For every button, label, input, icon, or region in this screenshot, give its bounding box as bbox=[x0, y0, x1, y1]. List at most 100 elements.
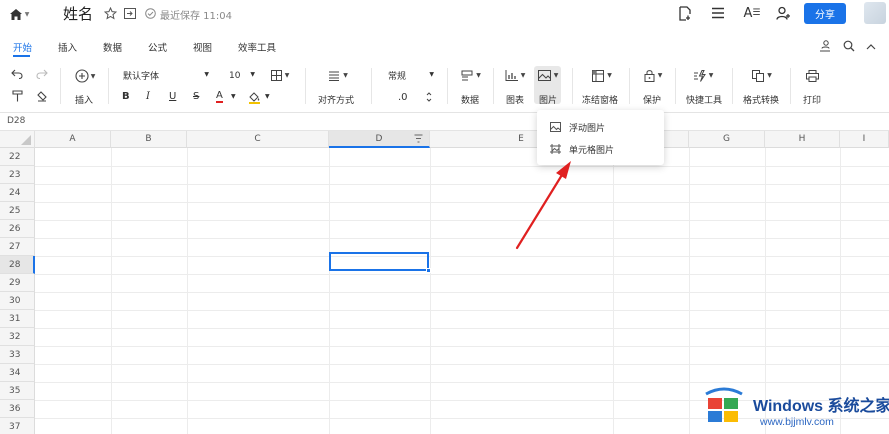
ribbon-toolbar: ▼ 插入 默认字体 ▼ 10 ▼ ▼ B I U S A ▼ ▼ ▼ 对齐方式 bbox=[0, 62, 889, 110]
align-icon[interactable]: ▼ bbox=[325, 68, 351, 83]
freeze-panes-icon[interactable]: ▼ bbox=[589, 68, 615, 83]
font-family-select[interactable]: 默认字体 ▼ bbox=[118, 68, 213, 83]
select-all-corner[interactable] bbox=[0, 131, 35, 148]
document-title[interactable]: 姓名 bbox=[63, 3, 93, 24]
share-button[interactable]: 分享 bbox=[804, 3, 846, 24]
decimal-button[interactable]: .0 bbox=[398, 92, 408, 103]
active-tab-indicator bbox=[13, 55, 30, 57]
column-header[interactable]: H bbox=[765, 131, 840, 148]
column-header[interactable]: A bbox=[35, 131, 111, 148]
italic-button[interactable]: I bbox=[146, 91, 150, 102]
avatar[interactable] bbox=[864, 2, 886, 24]
insert-plus-icon[interactable]: ▼ bbox=[71, 68, 99, 84]
print-label[interactable]: 打印 bbox=[803, 93, 821, 106]
row-header[interactable]: 29 bbox=[0, 274, 35, 292]
tab-efficiency-tools[interactable]: 效率工具 bbox=[238, 40, 276, 54]
menu-icon[interactable] bbox=[709, 4, 727, 22]
collapse-ribbon-icon[interactable] bbox=[864, 39, 878, 53]
tab-formula[interactable]: 公式 bbox=[148, 40, 167, 54]
bold-button[interactable]: B bbox=[122, 91, 130, 102]
separator bbox=[447, 68, 448, 104]
redo-icon[interactable] bbox=[35, 67, 49, 81]
image-icon[interactable]: ▼ bbox=[535, 68, 561, 83]
undo-icon[interactable] bbox=[10, 67, 24, 81]
row-header[interactable]: 35 bbox=[0, 382, 35, 400]
font-size-select[interactable]: 10 ▼ bbox=[224, 68, 259, 83]
printer-icon[interactable] bbox=[804, 68, 820, 83]
search-icon[interactable] bbox=[842, 39, 856, 53]
chevron-down-icon: ▼ bbox=[265, 93, 270, 100]
row-header[interactable]: 24 bbox=[0, 184, 35, 202]
chart-icon[interactable]: ▼ bbox=[502, 68, 528, 83]
column-header[interactable]: B bbox=[111, 131, 187, 148]
insert-label[interactable]: 插入 bbox=[75, 93, 93, 106]
row-header[interactable]: 23 bbox=[0, 166, 35, 184]
fill-handle[interactable] bbox=[426, 268, 431, 273]
data-icon[interactable]: ▼ bbox=[458, 68, 484, 83]
collaborators-icon[interactable] bbox=[774, 4, 792, 22]
save-status: 最近保存 11:04 bbox=[160, 11, 232, 22]
format-convert-icon[interactable]: ▼ bbox=[749, 68, 775, 83]
protect-label[interactable]: 保护 bbox=[643, 93, 661, 106]
row-header[interactable]: 25 bbox=[0, 202, 35, 220]
underline-button[interactable]: U bbox=[169, 91, 176, 102]
row-header[interactable]: 34 bbox=[0, 364, 35, 382]
export-document-icon[interactable] bbox=[676, 4, 694, 22]
windows-logo-icon bbox=[705, 387, 743, 422]
selected-cell-d28[interactable] bbox=[329, 252, 429, 271]
font-color-button[interactable]: A bbox=[216, 90, 223, 103]
clear-format-icon[interactable] bbox=[35, 89, 49, 103]
grid-line bbox=[35, 346, 889, 347]
align-label[interactable]: 对齐方式 bbox=[318, 93, 354, 106]
text-format-icon[interactable]: A ☰ bbox=[742, 4, 762, 22]
format-convert-label[interactable]: 格式转换 bbox=[743, 93, 779, 106]
row-header[interactable]: 22 bbox=[0, 148, 35, 166]
column-header[interactable]: C bbox=[187, 131, 329, 148]
row-header[interactable]: 37 bbox=[0, 418, 35, 434]
column-header[interactable]: I bbox=[840, 131, 889, 148]
chevron-down-icon: ▼ bbox=[520, 72, 526, 79]
column-header[interactable]: G bbox=[689, 131, 765, 148]
quick-tools-icon[interactable]: ▼ bbox=[690, 68, 716, 83]
separator bbox=[108, 68, 109, 104]
row-header-selected[interactable]: 28 bbox=[0, 256, 35, 274]
row-header[interactable]: 26 bbox=[0, 220, 35, 238]
fill-color-icon[interactable] bbox=[247, 90, 261, 104]
tab-data[interactable]: 数据 bbox=[103, 40, 122, 54]
row-header[interactable]: 27 bbox=[0, 238, 35, 256]
data-label[interactable]: 数据 bbox=[461, 93, 479, 106]
number-format-select[interactable]: 常规 ▼ bbox=[383, 68, 438, 83]
row-header[interactable]: 31 bbox=[0, 310, 35, 328]
grid-line bbox=[35, 202, 889, 203]
quick-tools-label[interactable]: 快捷工具 bbox=[686, 93, 722, 106]
star-icon[interactable] bbox=[103, 6, 117, 20]
lock-icon[interactable]: ▼ bbox=[640, 68, 666, 83]
chart-label[interactable]: 图表 bbox=[506, 93, 524, 106]
row-header[interactable]: 33 bbox=[0, 346, 35, 364]
format-painter-icon[interactable] bbox=[10, 89, 24, 103]
decimal-stepper-icon[interactable] bbox=[424, 89, 434, 105]
freeze-panes-label[interactable]: 冻结窗格 bbox=[582, 93, 618, 106]
user-settings-icon[interactable] bbox=[818, 39, 832, 53]
menu-item-floating-image[interactable]: 浮动图片 bbox=[537, 116, 664, 138]
font-size-value: 10 bbox=[229, 70, 241, 81]
grid-line bbox=[689, 148, 690, 434]
strikethrough-button[interactable]: S bbox=[193, 91, 199, 102]
chevron-down-icon: ▼ bbox=[767, 72, 772, 79]
grid-line bbox=[111, 148, 112, 434]
move-to-folder-icon[interactable] bbox=[123, 6, 137, 20]
image-label[interactable]: 图片 bbox=[539, 93, 557, 106]
row-header[interactable]: 30 bbox=[0, 292, 35, 310]
border-icon[interactable]: ▼ bbox=[267, 68, 293, 83]
row-header[interactable]: 32 bbox=[0, 328, 35, 346]
column-filter-icon[interactable] bbox=[414, 134, 423, 146]
tab-view[interactable]: 视图 bbox=[193, 40, 212, 54]
menu-item-cell-image[interactable]: 单元格图片 bbox=[537, 138, 664, 160]
row-header[interactable]: 36 bbox=[0, 400, 35, 418]
grid-line bbox=[329, 148, 330, 434]
tab-start[interactable]: 开始 bbox=[13, 40, 32, 54]
tab-insert[interactable]: 插入 bbox=[58, 40, 77, 54]
column-header-selected[interactable]: D bbox=[329, 131, 430, 148]
cell-reference[interactable]: D28 bbox=[7, 116, 25, 126]
home-icon[interactable]: ▼ bbox=[8, 5, 30, 23]
